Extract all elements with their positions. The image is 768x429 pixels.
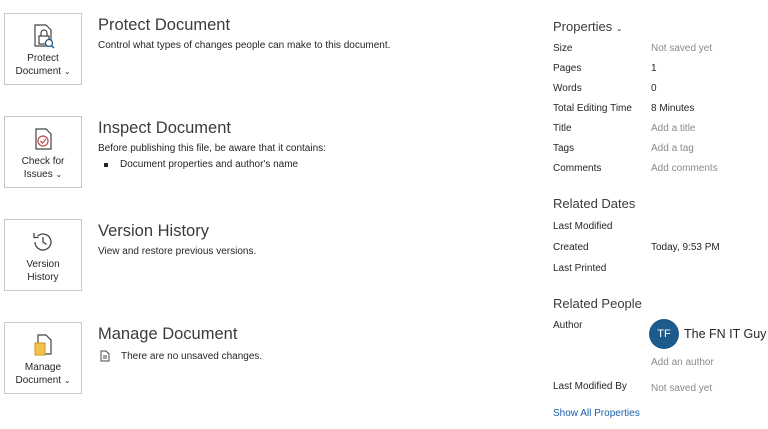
bullet-icon (104, 162, 108, 167)
author-name[interactable]: The FN IT Guy (684, 327, 766, 341)
property-value-size: Not saved yet (651, 43, 713, 54)
property-value-editing-time: 8 Minutes (651, 103, 695, 114)
version-history-title: Version History (98, 222, 209, 240)
properties-panel: Properties ⌄ Size Not saved yet Pages 1 … (553, 0, 768, 429)
related-dates-heading: Related Dates (553, 196, 636, 211)
tags-field[interactable]: Add a tag (651, 143, 694, 154)
lock-document-icon (34, 24, 55, 49)
author-label: Author (553, 320, 583, 331)
manage-document-label: Manage Document ⌄ (15, 362, 71, 386)
comments-field[interactable]: Add comments (651, 163, 718, 174)
title-field[interactable]: Add a title (651, 123, 695, 134)
chevron-down-icon: ⌄ (615, 24, 623, 33)
list-item: Document properties and author's name (104, 159, 298, 170)
version-history-label: Version History (26, 259, 60, 283)
related-people-heading: Related People (553, 296, 642, 311)
protect-document-description: Control what types of changes people can… (98, 40, 391, 51)
property-label-tags: Tags (553, 143, 575, 154)
last-modified-by-value: Not saved yet (651, 383, 713, 394)
manage-document-icon (34, 334, 52, 356)
protect-document-label: Protect Document ⌄ (15, 53, 71, 77)
last-modified-by-label: Last Modified By (553, 381, 627, 392)
inspect-document-icon (35, 128, 52, 150)
property-label-pages: Pages (553, 63, 582, 74)
date-label-created: Created (553, 242, 589, 253)
manage-document-button[interactable]: Manage Document ⌄ (4, 322, 82, 394)
add-author-field[interactable]: Add an author (651, 357, 714, 368)
manage-document-title: Manage Document (98, 325, 238, 343)
document-status-icon (100, 350, 110, 362)
inspect-document-description: Before publishing this file, be aware th… (98, 143, 326, 154)
property-label-words: Words (553, 83, 582, 94)
protect-document-button[interactable]: Protect Document ⌄ (4, 13, 82, 85)
date-label-last-modified: Last Modified (553, 221, 613, 232)
property-value-pages: 1 (651, 63, 657, 74)
version-history-button[interactable]: Version History (4, 219, 82, 291)
show-all-properties-link[interactable]: Show All Properties (553, 408, 640, 419)
version-history-description: View and restore previous versions. (98, 246, 257, 257)
date-label-last-printed: Last Printed (553, 263, 607, 274)
property-label-comments: Comments (553, 163, 602, 174)
protect-document-title: Protect Document (98, 16, 231, 34)
avatar[interactable]: TF (649, 319, 679, 349)
inspect-document-title: Inspect Document (98, 119, 231, 137)
date-value-created: Today, 9:53 PM (651, 242, 720, 253)
property-label-editing-time: Total Editing Time (553, 103, 632, 114)
chevron-down-icon: ⌄ (63, 376, 71, 385)
chevron-down-icon: ⌄ (63, 67, 71, 76)
property-label-size: Size (553, 43, 573, 54)
property-label-title: Title (553, 123, 572, 134)
manage-document-status: There are no unsaved changes. (99, 350, 262, 362)
check-for-issues-label: Check for Issues ⌄ (21, 156, 65, 180)
check-for-issues-button[interactable]: Check for Issues ⌄ (4, 116, 82, 188)
chevron-down-icon: ⌄ (55, 170, 63, 179)
property-value-words: 0 (651, 83, 657, 94)
history-clock-icon (33, 233, 52, 251)
properties-heading[interactable]: Properties ⌄ (553, 19, 623, 34)
